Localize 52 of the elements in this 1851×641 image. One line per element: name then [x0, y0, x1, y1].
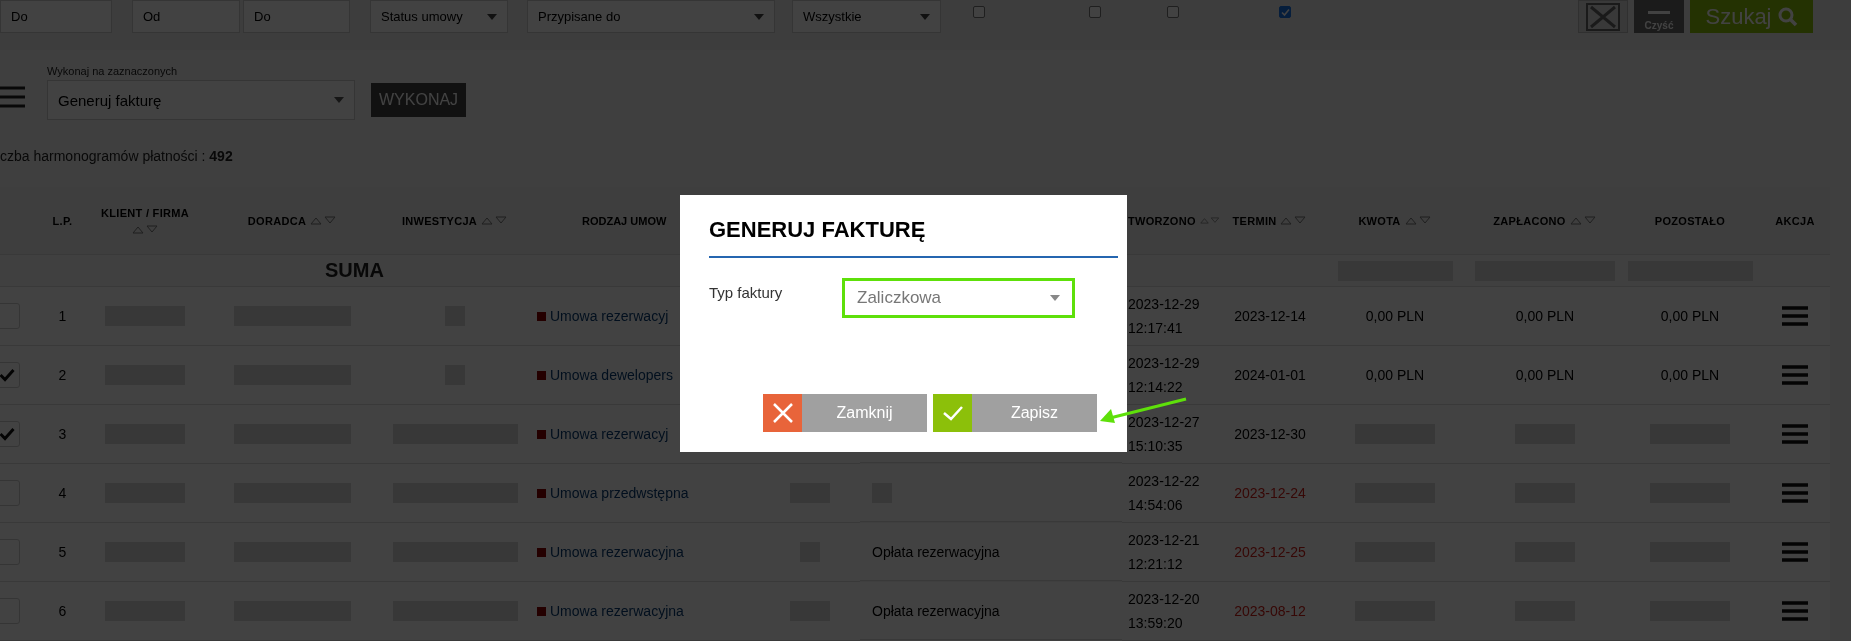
due-date: 2023-12-24 [1234, 485, 1306, 501]
created-date: 2023-12-27 15:10:35 [1128, 413, 1201, 456]
contract-type[interactable]: Umowa rezerwacyj [550, 426, 669, 442]
column-header: TERMIN [1232, 214, 1277, 227]
table-cell: 3 [58, 426, 67, 442]
save-button[interactable]: Zapisz [933, 394, 1097, 432]
due-date: 2023-12-14 [1234, 308, 1306, 324]
table-cell: 0,00 PLN [1515, 367, 1575, 383]
field-label: Typ faktury [709, 283, 784, 301]
table-cell: 0,00 PLN [1365, 308, 1425, 324]
column-header: INWESTYCJA [401, 214, 478, 227]
contract-type[interactable]: Umowa rezerwacyj [550, 308, 669, 324]
column-header: KWOTA [1358, 214, 1401, 227]
table-cell: 0,00 PLN [1660, 308, 1720, 324]
table-cell: 1 [58, 308, 67, 324]
table-cell: 2 [58, 367, 67, 383]
table-cell: Opłata rezerwacyjna [872, 602, 1000, 619]
table-cell: 0,00 PLN [1515, 308, 1575, 324]
created-date: 2023-12-21 12:21:12 [1128, 531, 1201, 574]
due-date: 2023-08-12 [1234, 603, 1306, 619]
contract-type[interactable]: Umowa przedwstępna [550, 485, 689, 501]
column-header: TWORZONO [1128, 214, 1196, 227]
created-date: 2023-12-29 12:14:22 [1128, 354, 1201, 397]
contract-type[interactable]: Umowa rezerwacyjna [550, 603, 684, 619]
column-header: DORADCA [247, 214, 307, 227]
column-header: RODZAJ UMOW [582, 214, 667, 227]
due-date: 2023-12-30 [1234, 426, 1306, 442]
column-header: POZOSTAŁO [1654, 214, 1726, 227]
contract-type[interactable]: Umowa rezerwacyjna [550, 544, 684, 560]
due-date: 2024-01-01 [1234, 367, 1306, 383]
created-date: 2023-12-20 13:59:20 [1128, 590, 1201, 633]
close-button[interactable]: Zamknij [763, 394, 927, 432]
table-cell: 4 [58, 485, 67, 501]
column-header: L.P. [52, 214, 73, 227]
due-date: 2023-12-25 [1234, 544, 1306, 560]
sum-label: SUMA [325, 259, 384, 282]
created-date: 2023-12-29 12:17:41 [1128, 295, 1201, 338]
invoice-type-dropdown[interactable]: Zaliczkowa [842, 278, 1075, 318]
dialog-title: GENERUJ FAKTURĘ [709, 217, 926, 242]
contract-type[interactable]: Umowa dewelopers [550, 367, 673, 383]
created-date: 2023-12-22 14:54:06 [1128, 472, 1201, 515]
table-cell: 6 [58, 603, 67, 619]
table-cell: 0,00 PLN [1660, 367, 1720, 383]
check-icon [941, 405, 964, 421]
table-cell: 5 [58, 544, 67, 560]
table-cell: Opłata rezerwacyjna [872, 543, 1000, 560]
table-cell: 0,00 PLN [1365, 367, 1425, 383]
column-header: AKCJA [1775, 214, 1815, 227]
caret-icon [1050, 295, 1060, 301]
column-header: KLIENT / FIRMA [101, 207, 189, 219]
close-icon [771, 402, 794, 424]
column-header: ZAPŁACONO [1493, 214, 1566, 227]
